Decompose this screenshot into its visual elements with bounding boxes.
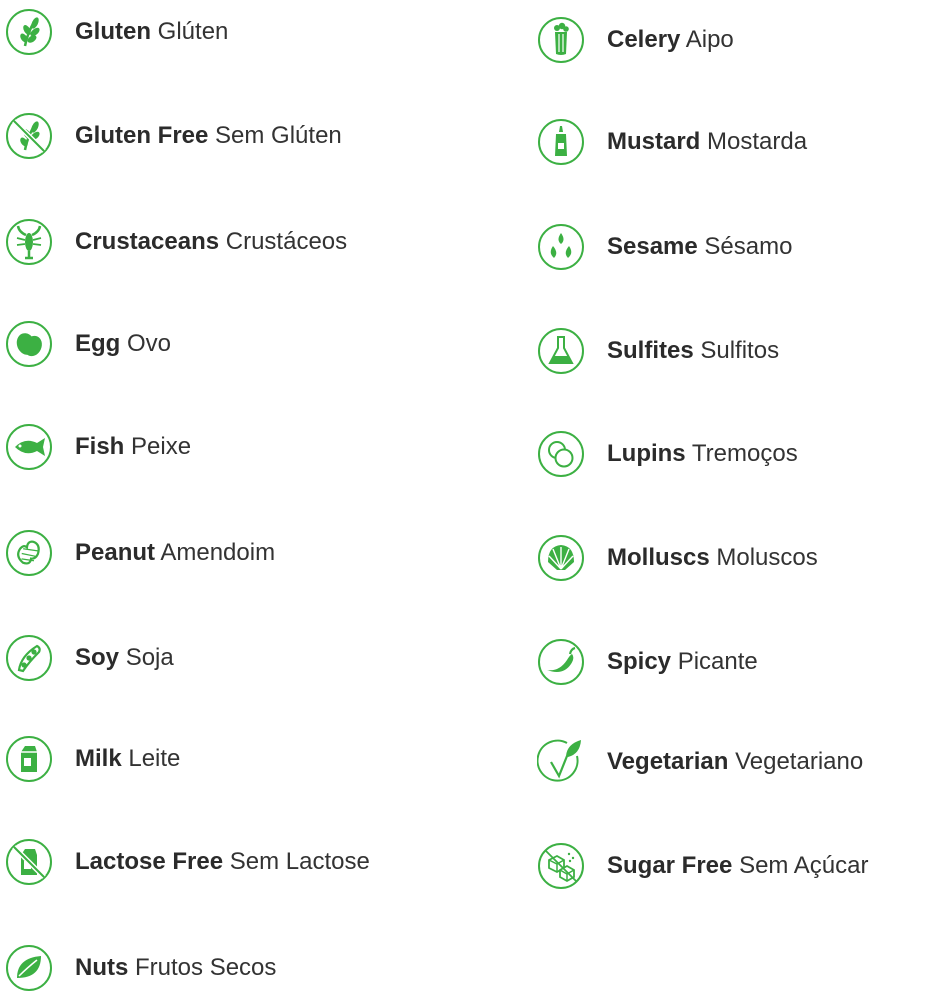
allergen-name: Gluten (75, 18, 151, 45)
allergen-name: Mustard (607, 128, 701, 155)
allergen-translation: Aipo (685, 26, 734, 53)
allergen-item-lupins: Lupins Tremoços (537, 428, 798, 480)
allergen-item-milk: Milk Leite (5, 733, 180, 785)
allergen-name: Sugar Free (607, 852, 733, 879)
allergen-name: Egg (75, 330, 121, 357)
allergen-item-nuts: Nuts Frutos Secos (5, 942, 276, 994)
allergen-translation: Glúten (157, 18, 229, 45)
crustaceans-icon (5, 218, 53, 266)
allergen-item-celery: Celery Aipo (537, 14, 734, 66)
sesame-icon (537, 223, 585, 271)
allergen-translation: Peixe (131, 433, 192, 460)
sulfites-icon (537, 327, 585, 375)
celery-icon (537, 16, 585, 64)
allergen-translation: Moluscos (716, 544, 818, 571)
allergen-item-crustaceans: Crustaceans Crustáceos (5, 216, 347, 268)
allergen-item-sugar-free: Sugar Free Sem Açúcar (537, 840, 868, 892)
allergen-translation: Crustáceos (225, 228, 348, 255)
allergen-name: Peanut (75, 539, 156, 566)
mustard-icon (537, 118, 585, 166)
allergen-name: Gluten Free (75, 122, 209, 149)
allergen-item-spicy: Spicy Picante (537, 636, 758, 688)
gluten-free-icon (5, 112, 53, 160)
allergen-translation: Soja (125, 644, 174, 671)
allergen-name: Molluscs (607, 544, 710, 571)
allergen-item-fish: Fish Peixe (5, 421, 191, 473)
allergen-translation: Frutos Secos (135, 954, 277, 981)
soy-icon (5, 634, 53, 682)
allergen-item-peanut: Peanut Amendoim (5, 527, 275, 579)
allergen-name: Crustaceans (75, 228, 220, 255)
allergen-item-molluscs: Molluscs Moluscos (537, 532, 818, 584)
lupins-icon (537, 430, 585, 478)
lactose-free-icon (5, 838, 53, 886)
allergen-item-egg: Egg Ovo (5, 318, 171, 370)
allergen-translation: Ovo (127, 330, 172, 357)
allergen-item-sesame: Sesame Sésamo (537, 221, 792, 273)
allergen-name: Fish (75, 433, 125, 460)
allergen-name: Nuts (75, 954, 129, 981)
allergen-translation: Leite (128, 745, 181, 772)
molluscs-icon (537, 534, 585, 582)
egg-icon (5, 320, 53, 368)
allergen-name: Lactose Free (75, 848, 224, 875)
allergen-translation: Sulfitos (700, 337, 780, 364)
allergen-name: Soy (75, 644, 120, 671)
allergen-name: Celery (607, 26, 681, 53)
allergen-translation: Mostarda (707, 128, 808, 155)
allergen-translation: Sem Glúten (215, 122, 342, 149)
allergen-translation: Sésamo (704, 233, 793, 260)
nuts-icon (5, 944, 53, 992)
allergen-item-vegetarian: Vegetarian Vegetariano (537, 736, 863, 788)
allergen-translation: Tremoços (691, 440, 798, 467)
spicy-icon (537, 638, 585, 686)
fish-icon (5, 423, 53, 471)
allergen-name: Vegetarian (607, 748, 729, 775)
gluten-icon (5, 8, 53, 56)
allergen-translation: Amendoim (160, 539, 276, 566)
allergen-item-mustard: Mustard Mostarda (537, 116, 807, 168)
allergen-translation: Vegetariano (735, 748, 864, 775)
milk-icon (5, 735, 53, 783)
allergen-item-sulfites: Sulfites Sulfitos (537, 325, 779, 377)
allergen-item-soy: Soy Soja (5, 632, 174, 684)
allergen-name: Sulfites (607, 337, 694, 364)
allergen-name: Lupins (607, 440, 686, 467)
allergen-translation: Sem Lactose (229, 848, 370, 875)
allergen-name: Milk (75, 745, 122, 772)
allergen-item-gluten-free: Gluten Free Sem Glúten (5, 110, 342, 162)
allergen-translation: Sem Açúcar (739, 852, 869, 879)
peanut-icon (5, 529, 53, 577)
allergen-translation: Picante (677, 648, 758, 675)
allergen-item-gluten: Gluten Glúten (5, 6, 228, 58)
allergen-name: Spicy (607, 648, 672, 675)
allergen-name: Sesame (607, 233, 698, 260)
vegetarian-icon (537, 738, 585, 786)
allergen-item-lactose-free: Lactose Free Sem Lactose (5, 836, 370, 888)
sugar-free-icon (537, 842, 585, 890)
